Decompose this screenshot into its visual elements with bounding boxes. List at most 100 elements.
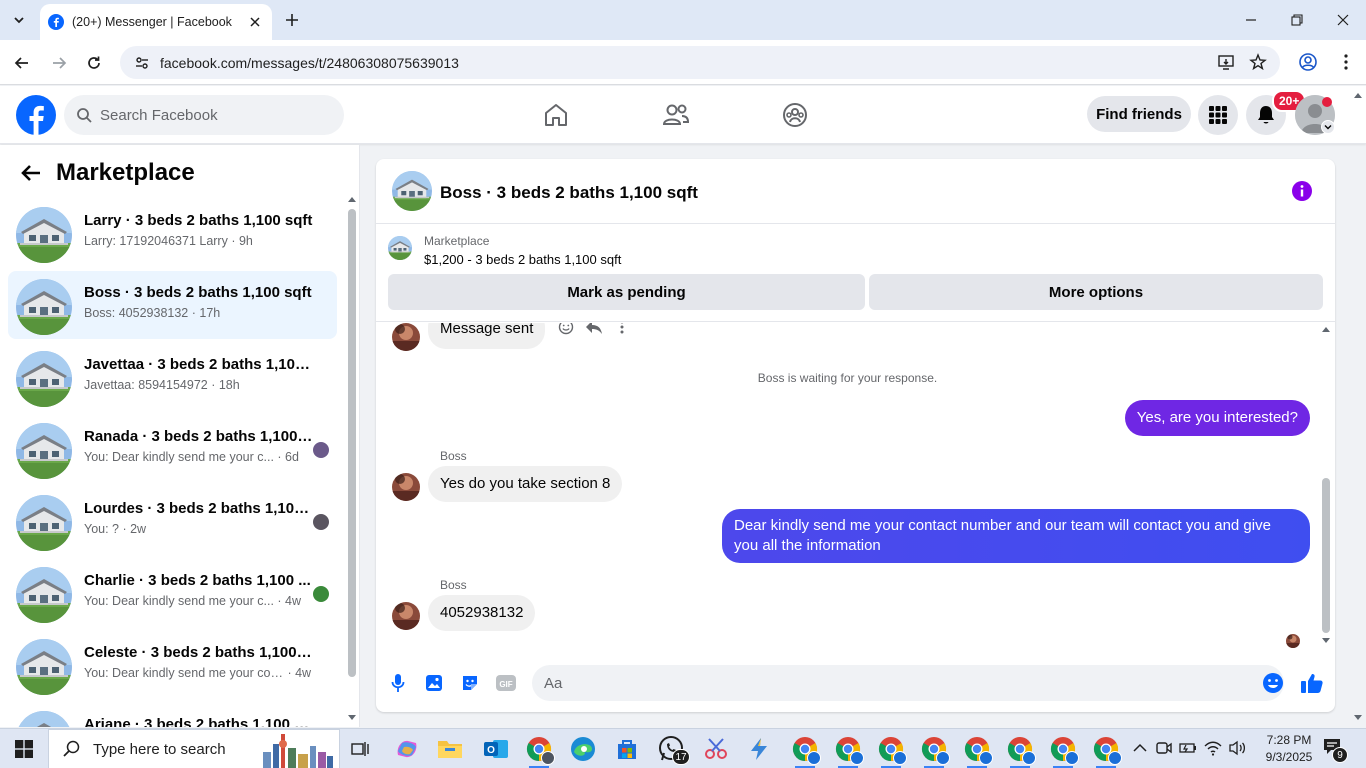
menu-button[interactable]	[1198, 95, 1238, 135]
listing-thumbnail[interactable]	[392, 171, 432, 211]
info-icon[interactable]	[1292, 181, 1312, 201]
attach-photo-button[interactable]	[422, 671, 446, 695]
emoji-button[interactable]	[1261, 671, 1285, 695]
close-window-button[interactable]	[1320, 0, 1366, 40]
chrome-window-7[interactable]	[1004, 733, 1036, 768]
sticker-button[interactable]	[458, 671, 482, 695]
message-input[interactable]	[532, 665, 1284, 701]
message-bubble-incoming[interactable]: Message sent	[428, 323, 546, 349]
tab-close-button[interactable]	[246, 13, 264, 31]
volume-tray[interactable]	[1226, 737, 1248, 759]
reply-button[interactable]	[584, 323, 604, 337]
chat-scrollbar[interactable]	[1320, 323, 1332, 653]
conversation-item[interactable]: Javettaa · 3 beds 2 baths 1,100 s... Jave…	[8, 343, 337, 411]
battery-tray[interactable]	[1177, 737, 1199, 759]
chrome-window-8[interactable]	[1047, 733, 1079, 768]
chat-title[interactable]: Boss · 3 beds 2 baths 1,100 sqft	[440, 183, 698, 203]
listing-thumbnail	[16, 423, 72, 479]
groups-nav[interactable]	[780, 100, 810, 130]
friends-nav[interactable]	[661, 100, 691, 130]
tab-search-button[interactable]	[6, 7, 32, 33]
chrome-window-5[interactable]	[918, 733, 950, 768]
profile-icon	[1299, 53, 1317, 71]
forward-button[interactable]	[46, 50, 72, 76]
snipping-tool-app[interactable]	[700, 733, 732, 765]
scroll-down-icon[interactable]	[347, 714, 357, 722]
find-friends-button[interactable]: Find friends	[1087, 96, 1191, 132]
restore-button[interactable]	[1274, 0, 1320, 40]
back-button[interactable]	[16, 158, 46, 188]
message-bubble-outgoing[interactable]: Yes, are you interested?	[1124, 400, 1310, 436]
time-separator: ·	[273, 594, 286, 608]
conversation-item[interactable]: Ariane · 3 beds 2 baths 1,100 sqft	[8, 703, 337, 727]
show-hidden-icons-button[interactable]	[1129, 737, 1151, 759]
chrome-window-6[interactable]	[961, 733, 993, 768]
message-more-button[interactable]	[612, 323, 632, 337]
chrome-window-3[interactable]	[832, 733, 864, 768]
task-view-button[interactable]	[344, 733, 376, 765]
message-bubble-outgoing[interactable]: Dear kindly send me your contact number …	[722, 509, 1310, 563]
start-button[interactable]	[0, 729, 48, 768]
voice-clip-button[interactable]	[386, 671, 410, 695]
minimize-button[interactable]	[1228, 0, 1274, 40]
house-photo-icon	[392, 171, 432, 211]
meet-now-tray[interactable]	[1153, 737, 1175, 759]
react-button[interactable]	[556, 323, 576, 337]
browser-menu-button[interactable]	[1334, 50, 1358, 74]
conversation-name: Javettaa · 3 beds 2 baths 1,100 s...	[84, 356, 314, 373]
chrome-window-2[interactable]	[789, 733, 821, 768]
send-like-button[interactable]	[1300, 671, 1324, 695]
bookmark-button[interactable]	[1246, 50, 1270, 74]
message-bubble-incoming[interactable]: 4052938132	[428, 595, 536, 631]
new-tab-button[interactable]	[280, 8, 304, 32]
inbox-scrollbar[interactable]	[347, 195, 357, 725]
mark-as-pending-button[interactable]: Mark as pending	[388, 274, 865, 310]
page-scroll-down-icon[interactable]	[1352, 714, 1364, 722]
facebook-logo-icon[interactable]	[16, 95, 56, 135]
home-nav[interactable]	[541, 100, 571, 130]
whatsapp-app[interactable]: 17	[656, 733, 690, 765]
listing-price-title[interactable]: $1,200 - 3 beds 2 baths 1,100 sqft	[424, 252, 621, 267]
conversation-item[interactable]: Larry · 3 beds 2 baths 1,100 sqft Larry: …	[8, 199, 337, 267]
scrollbar-thumb[interactable]	[1322, 478, 1330, 633]
install-app-button[interactable]	[1214, 50, 1238, 74]
omnibox[interactable]: facebook.com/messages/t/2480630807563901…	[120, 46, 1280, 79]
scroll-up-icon[interactable]	[1320, 325, 1332, 333]
scissors-icon	[705, 738, 727, 759]
more-options-button[interactable]: More options	[869, 274, 1323, 310]
store-app[interactable]	[611, 733, 643, 765]
profile-button[interactable]	[1296, 50, 1320, 74]
taskbar-clock[interactable]: 7:28 PM 9/3/2025	[1258, 732, 1320, 766]
browser-tab-active[interactable]: (20+) Messenger | Facebook	[40, 4, 272, 40]
conversation-item[interactable]: Celeste · 3 beds 2 baths 1,100 sqft You: …	[8, 631, 337, 699]
copilot-app[interactable]	[391, 733, 423, 765]
site-settings-icon[interactable]	[134, 55, 150, 71]
chrome-window-4[interactable]	[875, 733, 907, 768]
account-chevron[interactable]	[1321, 120, 1335, 134]
chrome-window-9[interactable]	[1090, 733, 1122, 768]
scroll-up-icon[interactable]	[347, 195, 357, 203]
reload-button[interactable]	[81, 50, 107, 76]
outlook-app[interactable]: O	[480, 733, 512, 765]
file-explorer-app[interactable]	[434, 733, 466, 765]
facebook-search[interactable]: Search Facebook	[64, 95, 344, 135]
scrollbar-thumb[interactable]	[348, 209, 356, 677]
wifi-tray[interactable]	[1202, 737, 1224, 759]
taskbar-search[interactable]: Type here to search	[48, 729, 340, 768]
conversation-item[interactable]: Lourdes · 3 beds 2 baths 1,100... You: ? …	[8, 487, 337, 555]
page-scroll-up-icon[interactable]	[1352, 91, 1364, 99]
close-icon	[250, 17, 260, 27]
conversation-item[interactable]: Boss · 3 beds 2 baths 1,100 sqft Boss: 40…	[8, 271, 337, 339]
scroll-down-icon[interactable]	[1320, 637, 1332, 645]
back-button[interactable]	[9, 50, 35, 76]
speaker-icon	[1229, 740, 1246, 756]
message-bubble-incoming[interactable]: Yes do you take section 8	[428, 466, 623, 502]
chrome-app-1[interactable]	[523, 733, 555, 768]
edge-app[interactable]	[567, 733, 599, 765]
conversation-item[interactable]: Ranada · 3 beds 2 baths 1,100 ... You: De…	[8, 415, 337, 483]
gif-button[interactable]: GIF	[494, 671, 518, 695]
preview-time: 2w	[130, 522, 147, 536]
conversation-item[interactable]: Charlie · 3 beds 2 baths 1,100 ... You: D…	[8, 559, 337, 627]
notification-center-button[interactable]: 9	[1322, 737, 1350, 763]
power-automate-app[interactable]	[743, 733, 775, 765]
